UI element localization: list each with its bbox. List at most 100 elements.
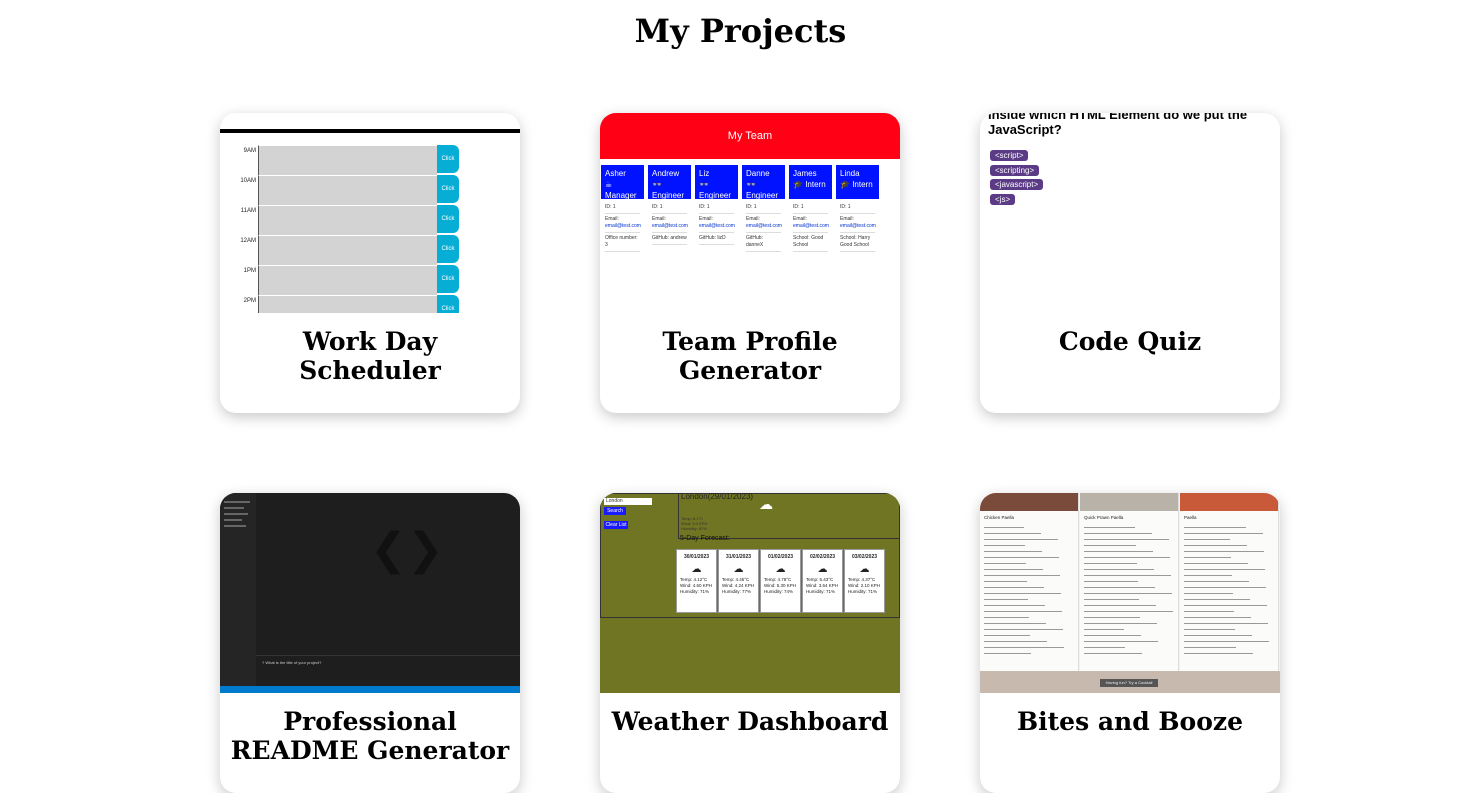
member-role: 👓 Engineer (699, 180, 732, 200)
try-cocktail-button[interactable]: Having fun? Try a Cocktail (1100, 679, 1158, 687)
city-search-input[interactable]: London (604, 498, 652, 505)
recipe-title: Paella (1184, 515, 1197, 520)
event-textarea[interactable] (258, 205, 437, 235)
event-textarea[interactable] (258, 295, 437, 313)
member-name: Andrew (652, 169, 680, 178)
page-title: My Projects (634, 12, 847, 50)
vscode-logo-icon: ❮❯ (370, 525, 444, 574)
team-member-card: Danne 👓 Engineer ID: 1 Email: email@test.com… (742, 165, 785, 255)
member-role: ☕ Manager (605, 180, 637, 200)
recipe-title: Quick Prawn Paella (1084, 515, 1124, 520)
glasses-icon: 👓 (746, 180, 756, 189)
project-thumbnail[interactable]: My Team Asher ☕ Manager ID: 1 Email: email@t… (600, 113, 900, 313)
recipe-card[interactable]: Paella (1180, 493, 1279, 693)
hour-label: 9AM (243, 148, 256, 154)
member-header: Liz 👓 Engineer (695, 165, 738, 200)
member-name: Asher (605, 169, 626, 178)
forecast-date: 03/02/2023 (851, 554, 878, 560)
project-card-bites-and-booze[interactable]: Chicken Paella Quick Prawn Paella Paella H… (980, 493, 1280, 793)
member-role: 🎓 Intern (793, 180, 826, 189)
rain-cloud-icon: ☁ (859, 564, 870, 575)
save-button[interactable]: Click (437, 205, 459, 233)
project-card-weather-dashboard[interactable]: London Search Clear List London(29/01/20… (600, 493, 900, 793)
save-button[interactable]: Click (437, 265, 459, 293)
forecast-card: 02/02/2023 ☁ Temp: 5.43°C Wind: 3.64 KPH Hum… (802, 549, 843, 613)
project-title[interactable]: Work Day Scheduler (220, 327, 520, 385)
quiz-answer-button[interactable]: <scripting> (990, 165, 1040, 176)
project-title[interactable]: Weather Dashboard (600, 707, 900, 736)
email-link[interactable]: email@test.com (746, 223, 782, 230)
forecast-date: 02/02/2023 (809, 554, 836, 560)
project-title[interactable]: Professional README Generator (220, 707, 520, 765)
project-thumbnail[interactable]: Inside which HTML Element do we put the … (980, 113, 1280, 313)
forecast-card: 30/01/2023 ☁ Temp: 4.12°C Wind: 4.60 KPH Hum… (676, 549, 717, 613)
glasses-icon: 👓 (652, 180, 662, 189)
quiz-answer-button[interactable]: <javascript> (990, 179, 1044, 190)
recipe-photo (1180, 493, 1278, 511)
project-thumbnail[interactable]: ❮❯ ? What is the title of your project? (220, 493, 520, 693)
save-button[interactable]: Click (437, 235, 459, 263)
member-name: James (793, 169, 817, 178)
hour-label: 1PM (243, 268, 256, 274)
time-block-row[interactable]: 1PM Click (220, 265, 520, 295)
project-title[interactable]: Team Profile Generator (600, 327, 900, 385)
event-textarea[interactable] (258, 235, 437, 265)
member-role: 🎓 Intern (840, 180, 873, 189)
quiz-answer-button[interactable]: <js> (990, 194, 1016, 205)
project-title[interactable]: Code Quiz (980, 327, 1280, 356)
time-block-row[interactable]: 9AM Click (220, 145, 520, 175)
project-card-team-profile-generator[interactable]: My Team Asher ☕ Manager ID: 1 Email: email@t… (600, 113, 900, 413)
recipe-photo (1080, 493, 1178, 511)
team-header: My Team (600, 113, 900, 159)
project-card-work-day-scheduler[interactable]: 9AM Click 10AM Click 11AM Click 12AM Click 1PM Cl… (220, 113, 520, 413)
hour-label: 2PM (243, 298, 256, 304)
project-thumbnail[interactable]: 9AM Click 10AM Click 11AM Click 12AM Click 1PM Cl… (220, 113, 520, 313)
project-title[interactable]: Bites and Booze (980, 707, 1280, 736)
project-thumbnail[interactable]: Chicken Paella Quick Prawn Paella Paella H… (980, 493, 1280, 693)
member-details: ID: 1 Email: email@test.com GitHub: andrew (648, 199, 691, 248)
time-block-row[interactable]: 10AM Click (220, 175, 520, 205)
email-link[interactable]: email@test.com (652, 223, 688, 230)
project-thumbnail[interactable]: London Search Clear List London(29/01/20… (600, 493, 900, 693)
hour-label: 10AM (240, 178, 256, 184)
member-header: Danne 👓 Engineer (742, 165, 785, 200)
member-details: ID: 1 Email: email@test.com Office number: … (601, 199, 644, 255)
event-textarea[interactable] (258, 145, 437, 175)
forecast-card: 03/02/2023 ☁ Temp: 4.37°C Wind: 2.10 KPH Hum… (844, 549, 885, 613)
project-card-code-quiz[interactable]: Inside which HTML Element do we put the … (980, 113, 1280, 413)
email-link[interactable]: email@test.com (793, 223, 829, 230)
forecast-date: 01/02/2023 (767, 554, 794, 560)
member-details: ID: 1 Email: email@test.com School: Harry G… (836, 199, 879, 255)
quiz-answer-button[interactable]: <script> (990, 150, 1029, 161)
save-button[interactable]: Click (437, 145, 459, 173)
recipe-card[interactable]: Quick Prawn Paella (1080, 493, 1179, 693)
save-button[interactable]: Click (437, 295, 459, 313)
email-link[interactable]: email@test.com (605, 223, 641, 230)
project-card-readme-generator[interactable]: ❮❯ ? What is the title of your project? … (220, 493, 520, 793)
quiz-question: Inside which HTML Element do we put the … (988, 113, 1248, 137)
time-block-row[interactable]: 11AM Click (220, 205, 520, 235)
team-member-card: Asher ☕ Manager ID: 1 Email: email@test.com O… (601, 165, 644, 255)
email-link[interactable]: email@test.com (840, 223, 876, 230)
recipe-card[interactable]: Chicken Paella (980, 493, 1079, 693)
time-block-row[interactable]: 12AM Click (220, 235, 520, 265)
email-link[interactable]: email@test.com (699, 223, 735, 230)
member-name: Linda (840, 169, 860, 178)
event-textarea[interactable] (258, 175, 437, 205)
member-header: Linda 🎓 Intern (836, 165, 879, 199)
team-member-card: Linda 🎓 Intern ID: 1 Email: email@test.com Sc… (836, 165, 879, 255)
explorer-sidebar (220, 493, 256, 693)
rain-cloud-icon: ☁ (775, 564, 786, 575)
member-details: ID: 1 Email: email@test.com GitHub: danneX (742, 199, 785, 255)
status-bar (220, 686, 520, 693)
member-header: James 🎓 Intern (789, 165, 832, 199)
team-member-card: Liz 👓 Engineer ID: 1 Email: email@test.com Gi… (695, 165, 738, 248)
time-block-row[interactable]: 2PM Click (220, 295, 520, 313)
save-button[interactable]: Click (437, 175, 459, 203)
member-name: Danne (746, 169, 770, 178)
rain-cloud-icon: ☁ (817, 564, 828, 575)
forecast-card: 01/02/2023 ☁ Temp: 4.78°C Wind: 5.30 KPH Hum… (760, 549, 801, 613)
event-textarea[interactable] (258, 265, 437, 295)
search-button[interactable]: Search (604, 507, 626, 515)
clear-list-button[interactable]: Clear List (604, 521, 628, 529)
